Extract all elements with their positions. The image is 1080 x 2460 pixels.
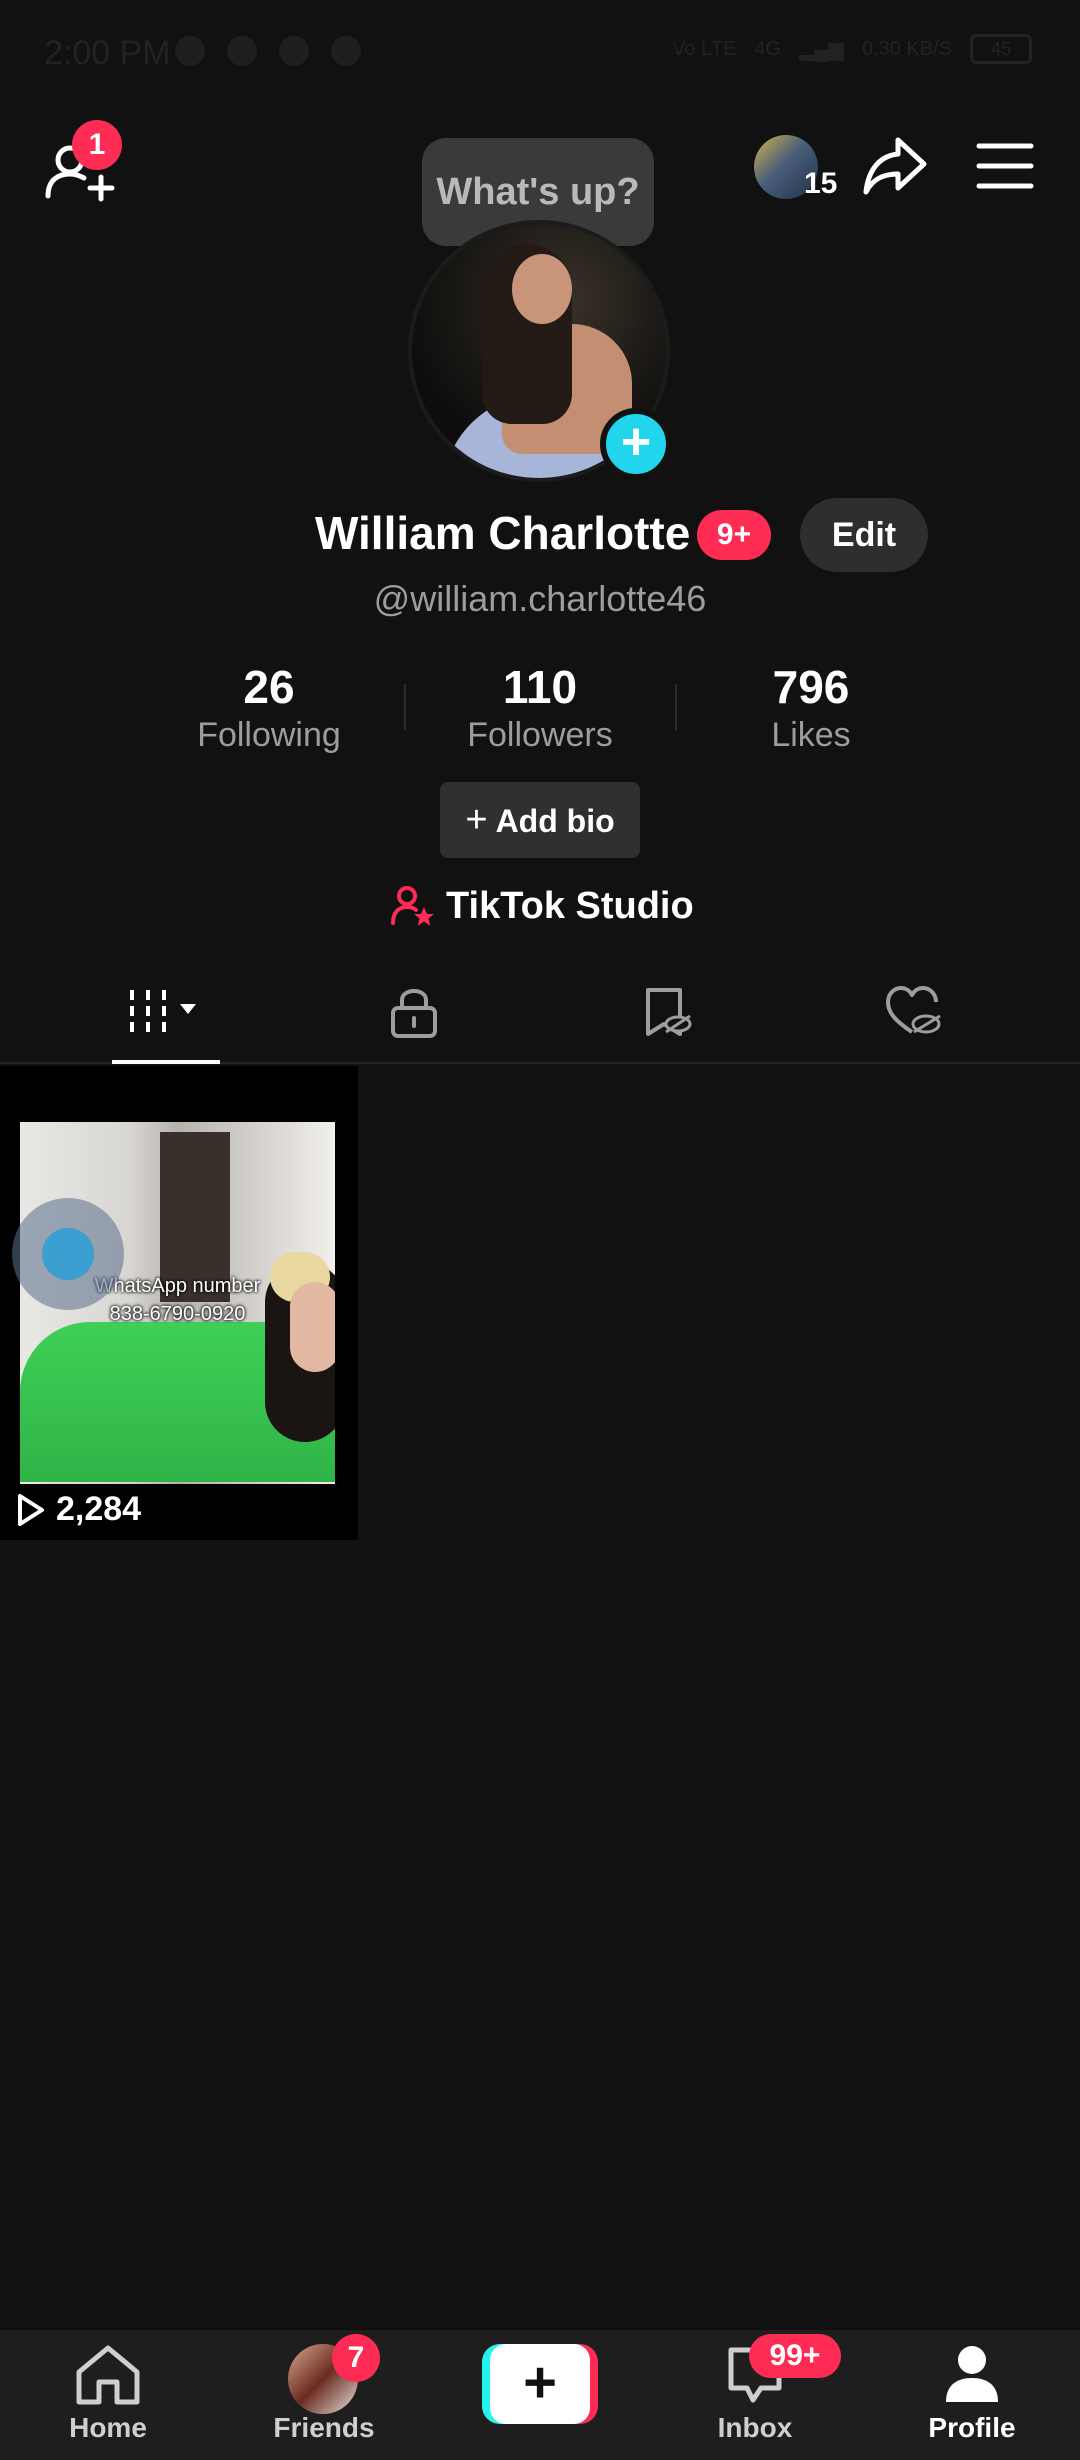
stat-followers[interactable]: 110 Followers bbox=[430, 660, 650, 755]
avatar-figure-face bbox=[512, 254, 572, 324]
likes-count: 796 bbox=[772, 661, 850, 713]
plus-icon: + bbox=[490, 2344, 590, 2424]
tab-liked[interactable] bbox=[844, 960, 984, 1064]
studio-person-star-icon bbox=[391, 886, 434, 926]
studio-label: TikTok Studio bbox=[446, 884, 694, 927]
hamburger-menu-icon bbox=[976, 143, 1034, 189]
lock-icon bbox=[391, 989, 437, 1038]
username: @william.charlotte46 bbox=[373, 578, 707, 619]
heart-hidden-icon bbox=[886, 986, 941, 1034]
chat-icon bbox=[279, 36, 309, 66]
share-button[interactable] bbox=[860, 132, 930, 202]
display-name: William Charlotte bbox=[315, 507, 691, 559]
create-button[interactable]: + bbox=[482, 2344, 598, 2424]
likes-label: Likes bbox=[771, 716, 851, 754]
nav-profile[interactable]: Profile bbox=[912, 2330, 1032, 2460]
stat-divider bbox=[675, 684, 677, 730]
following-label: Following bbox=[197, 716, 341, 754]
nav-home-label: Home bbox=[69, 2412, 147, 2443]
add-friend-button[interactable]: 1 bbox=[40, 120, 122, 210]
signal-icon: ▂▄▆ bbox=[799, 38, 844, 61]
tab-private[interactable] bbox=[344, 960, 484, 1064]
bookmark-hidden-icon bbox=[646, 988, 692, 1036]
nav-friends[interactable]: 7 Friends bbox=[264, 2330, 384, 2460]
network-label-volte: Vo LTE bbox=[672, 37, 737, 60]
tiktok-studio-link[interactable]: TikTok Studio bbox=[390, 878, 694, 934]
menu-button[interactable] bbox=[975, 140, 1035, 192]
nav-profile-label: Profile bbox=[928, 2412, 1016, 2443]
nav-inbox[interactable]: 99+ Inbox bbox=[695, 2330, 841, 2460]
add-bio-button[interactable]: + Add bio bbox=[440, 782, 640, 858]
status-notification-icons bbox=[175, 36, 361, 66]
nav-home[interactable]: Home bbox=[48, 2330, 168, 2460]
tab-videos[interactable] bbox=[96, 960, 236, 1064]
notification-icon bbox=[227, 36, 257, 66]
active-tab-indicator bbox=[112, 1060, 220, 1064]
following-count: 26 bbox=[243, 661, 295, 713]
play-icon bbox=[18, 1493, 44, 1526]
name-notification-badge[interactable]: 9+ bbox=[697, 510, 771, 560]
inbox-badge: 99+ bbox=[749, 2334, 841, 2378]
add-bio-label: Add bio bbox=[495, 803, 615, 839]
status-bar: 2:00 PM Vo LTE 4G ▂▄▆ 0.30 KB/S 45 bbox=[0, 0, 1080, 110]
stat-divider bbox=[404, 684, 406, 730]
add-story-plus-icon[interactable]: + bbox=[600, 408, 672, 480]
status-system-icons: Vo LTE 4G ▂▄▆ 0.30 KB/S 45 bbox=[672, 34, 1032, 64]
profile-name-row: William Charlotte 9+ Edit bbox=[0, 498, 1080, 580]
profile-person-icon bbox=[946, 2346, 998, 2402]
video-view-count: 2,284 bbox=[16, 1490, 141, 1529]
nav-inbox-label: Inbox bbox=[717, 2412, 793, 2443]
profile-visitors-button[interactable]: 15 bbox=[754, 135, 844, 205]
edit-profile-button[interactable]: Edit bbox=[800, 498, 928, 572]
view-count-value: 2,284 bbox=[56, 1490, 142, 1528]
nav-friends-label: Friends bbox=[273, 2412, 375, 2443]
bottom-navigation: Home 7 Friends + 99+ Inbox Profile bbox=[0, 2330, 1080, 2460]
profile-content-tabs bbox=[0, 960, 1080, 1064]
plus-icon: + bbox=[465, 799, 488, 841]
whatsapp-icon bbox=[331, 36, 361, 66]
telegram-icon bbox=[175, 36, 205, 66]
grid-icon bbox=[130, 990, 196, 1034]
stat-following[interactable]: 26 Following bbox=[159, 660, 379, 755]
profile-stats: 26 Following 110 Followers 796 Likes bbox=[0, 660, 1080, 770]
network-label-4g: 4G bbox=[754, 37, 781, 60]
tab-favorites[interactable] bbox=[596, 960, 736, 1064]
share-arrow-icon bbox=[863, 137, 927, 195]
followers-count: 110 bbox=[502, 661, 578, 713]
battery-icon: 45 bbox=[970, 34, 1032, 64]
home-icon bbox=[76, 2345, 140, 2405]
visitor-count: 15 bbox=[804, 167, 838, 200]
status-time: 2:00 PM bbox=[44, 34, 171, 72]
friends-badge: 7 bbox=[332, 2334, 380, 2382]
followers-label: Followers bbox=[467, 716, 613, 754]
stat-likes[interactable]: 796 Likes bbox=[701, 660, 921, 755]
floating-assistant-bubble[interactable] bbox=[12, 1198, 124, 1310]
add-friend-badge: 1 bbox=[72, 120, 122, 170]
network-speed: 0.30 KB/S bbox=[861, 37, 952, 60]
